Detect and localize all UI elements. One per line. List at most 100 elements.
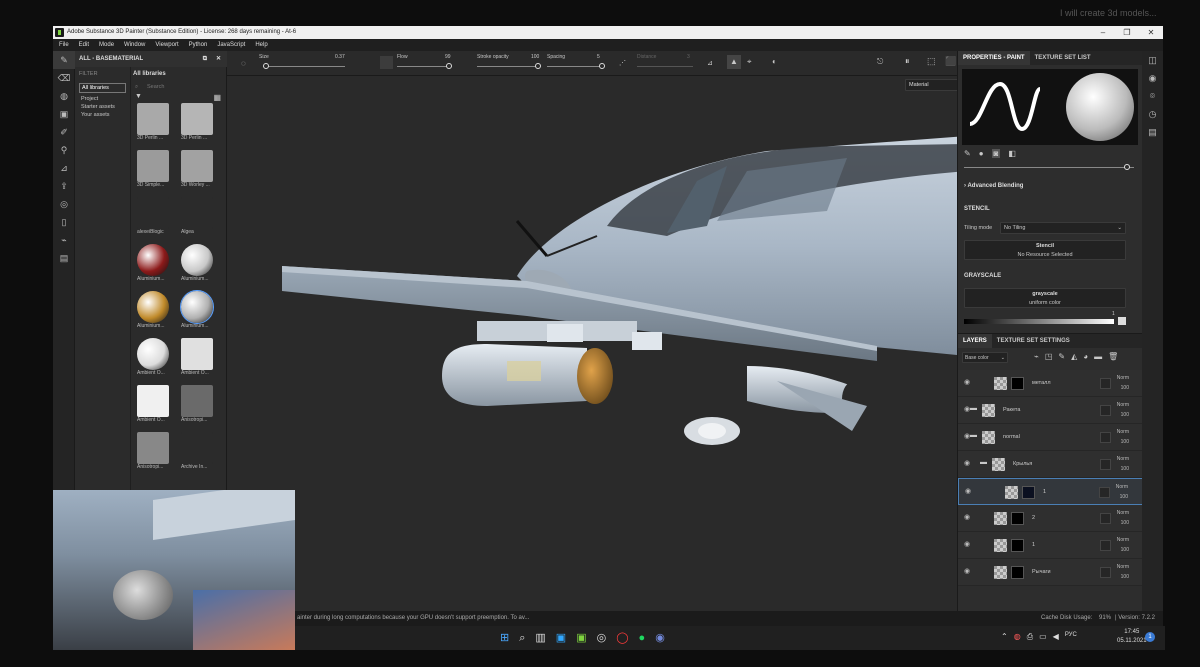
task-view-icon[interactable]: ▥ bbox=[535, 630, 545, 646]
layer-checkbox[interactable] bbox=[1100, 459, 1111, 470]
menu-edit[interactable]: Edit bbox=[79, 39, 89, 51]
log-icon[interactable]: ▤ bbox=[1142, 123, 1163, 141]
projection-icon[interactable]: ◍ bbox=[53, 87, 75, 105]
physical-paint-icon[interactable]: ⌖ bbox=[747, 57, 752, 67]
eye-icon[interactable]: ◉ bbox=[964, 513, 974, 521]
layer-row[interactable]: ◉ ▬ Ракета Norm 100 bbox=[958, 397, 1143, 424]
asset-item[interactable]: Archive In... bbox=[181, 432, 221, 479]
volume-icon[interactable]: ◀ bbox=[1053, 632, 1059, 642]
blend-mode[interactable]: Norm bbox=[1117, 454, 1129, 464]
flow-icon[interactable] bbox=[380, 56, 393, 69]
float-icon[interactable]: ⧉ bbox=[203, 51, 207, 67]
size-slider-handle[interactable] bbox=[263, 63, 269, 69]
menu-viewport[interactable]: Viewport bbox=[155, 39, 178, 51]
taskbar-search-icon[interactable]: ⌕ bbox=[519, 630, 525, 646]
asset-item[interactable]: 3D Perlin ... bbox=[137, 103, 177, 150]
layer-opacity[interactable]: 100 bbox=[1117, 437, 1129, 447]
layer-blend[interactable]: Norm 100 bbox=[1117, 454, 1129, 474]
brush-mode-icon[interactable]: ✎ bbox=[964, 149, 971, 158]
eye-icon[interactable]: ◉ bbox=[965, 487, 975, 495]
stencil-resource-button[interactable]: Stencil No Resource Selected bbox=[964, 240, 1126, 260]
layer-opacity[interactable]: 100 bbox=[1117, 518, 1129, 528]
layer-opacity[interactable]: 100 bbox=[1117, 545, 1129, 555]
menu-javascript[interactable]: JavaScript bbox=[217, 39, 245, 51]
blend-mode[interactable]: Norm bbox=[1117, 400, 1129, 410]
asset-item[interactable]: Aluminium... bbox=[137, 244, 177, 291]
stroke-opacity-handle[interactable] bbox=[535, 63, 541, 69]
layer-checkbox[interactable] bbox=[1100, 378, 1111, 389]
asset-item[interactable]: Algea bbox=[181, 197, 221, 244]
layer-opacity[interactable]: 100 bbox=[1117, 464, 1129, 474]
menu-file[interactable]: File bbox=[59, 39, 69, 51]
history-icon[interactable]: ◷ bbox=[1142, 105, 1163, 123]
color-picker-icon[interactable]: ⊿ bbox=[53, 159, 75, 177]
bake-icon[interactable]: ⇪ bbox=[53, 177, 75, 195]
eye-icon[interactable]: ◉ bbox=[964, 459, 974, 467]
camera-settings-icon[interactable]: ⌾ bbox=[1142, 87, 1163, 105]
asset-item[interactable]: Anisotropi... bbox=[181, 385, 221, 432]
add-folder-icon[interactable]: ▬ bbox=[1094, 352, 1102, 361]
asset-item[interactable]: Aluminium... bbox=[181, 244, 221, 291]
brush-shape-icon[interactable]: ◌ bbox=[241, 59, 246, 68]
layer-checkbox[interactable] bbox=[1100, 513, 1111, 524]
layer-blend[interactable]: Norm 100 bbox=[1116, 482, 1128, 502]
delete-layer-icon[interactable]: 🗑 bbox=[1108, 352, 1118, 361]
tab-properties-paint[interactable]: PROPERTIES - PAINT bbox=[958, 51, 1030, 65]
asset-item[interactable]: alexeiBlogic bbox=[137, 197, 177, 244]
symmetry-icon[interactable]: ⊿ bbox=[707, 59, 713, 67]
environment-icon[interactable]: ◉ bbox=[1142, 69, 1163, 87]
flow-value[interactable]: 99 bbox=[445, 54, 451, 60]
maximize-button[interactable]: ❐ bbox=[1115, 26, 1139, 39]
eye-icon[interactable]: ◉ bbox=[964, 567, 974, 575]
notification-icon[interactable]: 1 bbox=[1145, 632, 1155, 642]
layer-row[interactable]: ◉ Рычаги Norm 100 bbox=[958, 559, 1143, 586]
clone-stamp-icon[interactable]: ⚲ bbox=[53, 141, 75, 159]
add-mask-icon[interactable]: ◳ bbox=[1045, 352, 1053, 361]
stroke-opacity-slider[interactable] bbox=[477, 66, 537, 67]
add-fill-layer-icon[interactable]: ◭ bbox=[1071, 352, 1077, 361]
spotify-icon[interactable]: ● bbox=[639, 630, 646, 646]
tray-app-icon[interactable]: ◍ bbox=[1014, 632, 1021, 642]
mic-icon[interactable]: ⎙ bbox=[1027, 632, 1033, 642]
layer-blend[interactable]: Norm 100 bbox=[1117, 400, 1129, 420]
display-settings-icon[interactable]: ◫ bbox=[1142, 51, 1163, 69]
lock-camera-icon[interactable]: ⎋ bbox=[877, 57, 883, 67]
asset-item[interactable]: Ambient O... bbox=[181, 338, 221, 385]
tiling-mode-select[interactable]: No Tiling ⌄ bbox=[1000, 222, 1126, 234]
document-icon[interactable]: ▤ bbox=[53, 249, 75, 267]
layer-row[interactable]: ◉ ▬ normal Norm 100 bbox=[958, 424, 1143, 451]
layer-row[interactable]: ◉ 2 Norm 100 bbox=[958, 505, 1143, 532]
photoshop-icon[interactable]: ▣ bbox=[556, 630, 566, 646]
layer-checkbox[interactable] bbox=[1100, 432, 1111, 443]
layer-blend[interactable]: Norm 100 bbox=[1117, 535, 1129, 555]
funnel-icon[interactable]: ▼ bbox=[135, 93, 142, 100]
grayscale-slider[interactable] bbox=[964, 319, 1114, 324]
layer-row[interactable]: ◉ ▬ Крылья Norm 100 bbox=[958, 451, 1143, 478]
grayscale-mode-icon[interactable]: ◧ bbox=[1008, 149, 1016, 158]
viewport-mode-icon[interactable]: ⬚ bbox=[927, 56, 936, 67]
distance-value[interactable]: 3 bbox=[687, 54, 690, 60]
paint-brush-icon[interactable]: ✎ bbox=[53, 51, 75, 69]
asset-item[interactable]: Aluminium... bbox=[137, 291, 177, 338]
size-slider[interactable] bbox=[265, 66, 345, 67]
asset-item[interactable]: Ambient O... bbox=[137, 338, 177, 385]
layer-blend[interactable]: Norm 100 bbox=[1117, 373, 1129, 393]
grayscale-resource-button[interactable]: grayscale uniform color bbox=[964, 288, 1126, 308]
size-value[interactable]: 0.37 bbox=[335, 54, 345, 60]
layer-checkbox[interactable] bbox=[1100, 405, 1111, 416]
layer-row[interactable]: ◉ металл Norm 100 bbox=[958, 370, 1143, 397]
spacing-value[interactable]: 5 bbox=[597, 54, 600, 60]
sphere-mode-icon[interactable]: ● bbox=[979, 149, 984, 158]
add-paint-layer-icon[interactable]: ✎ bbox=[1058, 352, 1065, 361]
grid-view-icon[interactable]: ▦ bbox=[213, 93, 221, 102]
tree-project[interactable]: Project bbox=[75, 95, 130, 103]
property-slider[interactable] bbox=[964, 167, 1134, 168]
flow-slider-handle[interactable] bbox=[446, 63, 452, 69]
discord-icon[interactable]: ◉ bbox=[655, 630, 665, 646]
asset-item[interactable]: Anisotropi... bbox=[137, 432, 177, 479]
tree-all-libraries[interactable]: All libraries bbox=[79, 83, 126, 93]
bake-toolbar-icon[interactable]: ◐ bbox=[772, 57, 777, 66]
asset-item[interactable]: 3D Perlin ... bbox=[181, 103, 221, 150]
distance-slider[interactable] bbox=[637, 66, 693, 67]
blend-mode[interactable]: Norm bbox=[1117, 508, 1129, 518]
